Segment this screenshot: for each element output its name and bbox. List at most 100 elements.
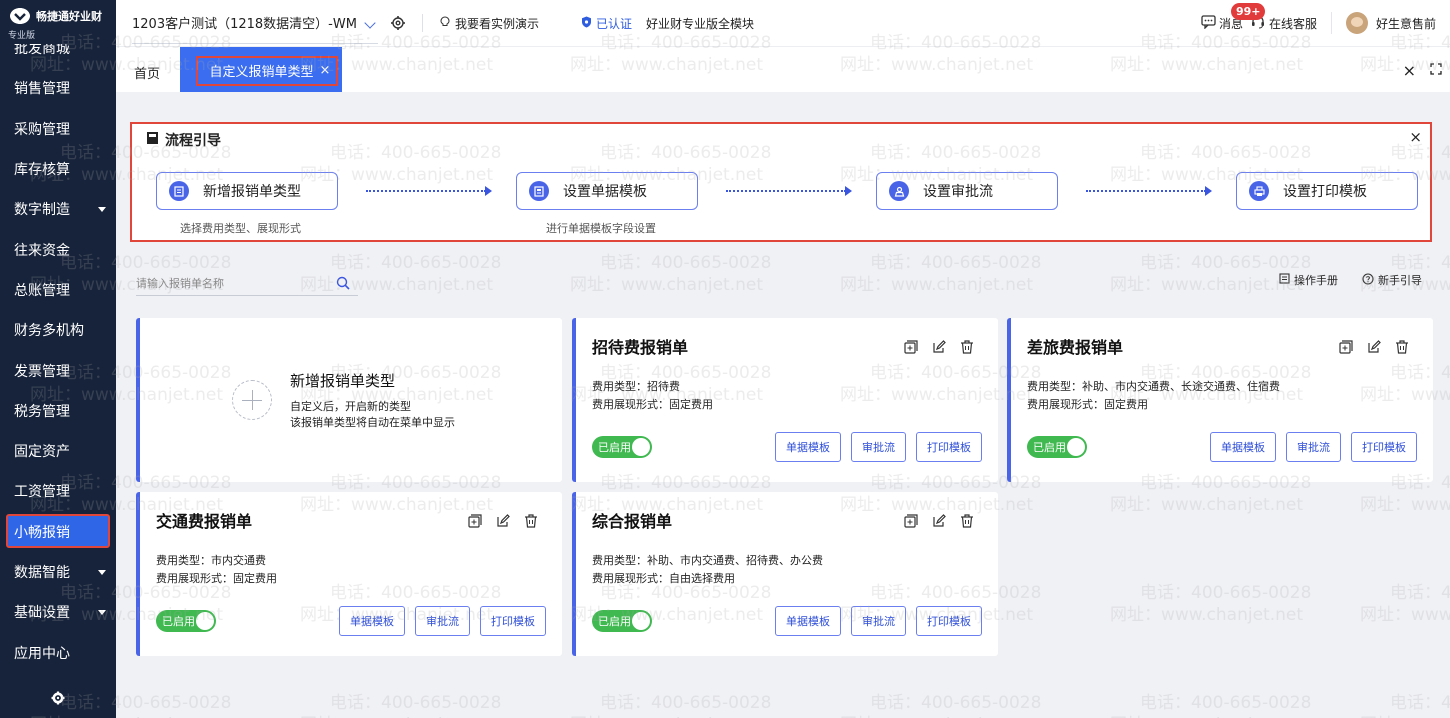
card-display-form: 费用展现形式：固定费用 [592, 398, 713, 411]
tab-custom-expense-types[interactable]: 自定义报销单类型 × [180, 47, 342, 93]
copy-icon[interactable] [468, 514, 482, 528]
sidebar-item-manufacturing[interactable]: 数字制造 [0, 189, 116, 229]
toggle-knob [1067, 438, 1085, 456]
sidebar-item-multi-org[interactable]: 财务多机构 [0, 310, 116, 350]
close-tab-button[interactable]: × [1403, 61, 1416, 80]
sidebar-item-fixed-assets[interactable]: 固定资产 [0, 431, 116, 471]
print-template-button[interactable]: 打印模板 [480, 606, 546, 636]
sidebar-item-label: 销售管理 [14, 81, 70, 98]
sidebar: 批发商城 销售管理 采购管理 库存核算 数字制造 往来资金 总账管理 财务多机构… [0, 0, 116, 718]
card-title: 招待费报销单 [592, 338, 689, 357]
account-selector[interactable]: 1203客户测试（1218数据清空）-WM [132, 2, 378, 44]
close-icon[interactable]: × [1409, 128, 1422, 146]
step-set-approval[interactable]: 设置审批流 [876, 172, 1058, 210]
sidebar-item-expense[interactable]: 小畅报销 [0, 512, 116, 552]
sidebar-item-data-intel[interactable]: 数据智能 [0, 552, 116, 592]
sidebar-item-label: 往来资金 [14, 242, 70, 259]
tab-home[interactable]: 首页 [134, 63, 160, 82]
copy-icon[interactable] [904, 514, 918, 528]
gear-icon[interactable] [0, 686, 116, 710]
card-display-form: 费用展现形式：固定费用 [156, 572, 277, 585]
sidebar-item-payroll[interactable]: 工资管理 [0, 471, 116, 511]
print-template-button[interactable]: 打印模板 [1351, 432, 1417, 462]
edit-icon[interactable] [1367, 340, 1381, 354]
edit-icon[interactable] [932, 514, 946, 528]
add-expense-type-card[interactable]: 新增报销单类型 自定义后，开启新的类型 该报销单类型将自动在菜单中显示 [136, 318, 562, 482]
sidebar-item-sales[interactable]: 销售管理 [0, 68, 116, 108]
sidebar-nav: 批发商城 销售管理 采购管理 库存核算 数字制造 往来资金 总账管理 财务多机构… [0, 28, 116, 673]
enabled-toggle[interactable]: 已启用 [1027, 436, 1087, 458]
sidebar-item-funds[interactable]: 往来资金 [0, 229, 116, 269]
expense-card: 差旅费报销单 费用类型：补助、市内交通费、长途交通费、住宿费 费用展现形式：固定… [1007, 318, 1433, 482]
verified-badge[interactable]: 已认证 [581, 15, 632, 32]
add-card-desc: 自定义后，开启新的类型 [290, 400, 411, 413]
sidebar-item-inventory[interactable]: 库存核算 [0, 149, 116, 189]
approval-flow-button[interactable]: 审批流 [1286, 432, 1341, 462]
settings-icon[interactable] [390, 15, 406, 31]
sidebar-item-purchase[interactable]: 采购管理 [0, 109, 116, 149]
plus-icon[interactable] [232, 380, 272, 420]
template-button[interactable]: 单据模板 [775, 606, 841, 636]
step-set-print-template[interactable]: 设置打印模板 [1236, 172, 1418, 210]
toggle-knob [632, 438, 650, 456]
search-placeholder: 请输入报销单名称 [136, 276, 224, 290]
step-description: 进行单据模板字段设置 [546, 222, 656, 235]
guide-title-text: 流程引导 [165, 133, 221, 149]
print-template-button[interactable]: 打印模板 [916, 432, 982, 462]
app-logo[interactable]: 畅捷通好业财 专业版 [0, 0, 116, 44]
sidebar-item-app-center[interactable]: 应用中心 [0, 632, 116, 672]
template-button[interactable]: 单据模板 [775, 432, 841, 462]
book-icon [146, 131, 159, 149]
template-button[interactable]: 单据模板 [339, 606, 405, 636]
messages-button[interactable]: 消息 99+ [1201, 2, 1266, 32]
step-label: 设置审批流 [923, 184, 993, 200]
demo-link[interactable]: 我要看实例演示 [439, 15, 539, 32]
sidebar-item-label: 工资管理 [14, 484, 70, 501]
card-title: 交通费报销单 [156, 512, 253, 531]
user-menu[interactable]: 好生意售前 [1330, 12, 1436, 34]
expense-card: 综合报销单 费用类型：补助、市内交通费、招待费、办公费 费用展现形式：自由选择费… [572, 492, 998, 656]
close-icon[interactable]: × [320, 63, 331, 78]
approval-flow-button[interactable]: 审批流 [415, 606, 470, 636]
copy-icon[interactable] [1339, 340, 1353, 354]
brand-name: 畅捷通好业财 [36, 10, 102, 23]
trash-icon[interactable] [1395, 340, 1409, 354]
add-card-title: 新增报销单类型 [290, 372, 396, 390]
manual-label: 操作手册 [1294, 274, 1338, 287]
trash-icon[interactable] [960, 514, 974, 528]
enabled-toggle[interactable]: 已启用 [592, 610, 652, 632]
beginner-guide-link[interactable]: 新手引导 [1362, 272, 1422, 288]
approval-flow-button[interactable]: 审批流 [851, 432, 906, 462]
sidebar-item-tax[interactable]: 税务管理 [0, 391, 116, 431]
sidebar-item-label: 财务多机构 [14, 323, 84, 340]
edit-icon[interactable] [932, 340, 946, 354]
card-expense-type: 费用类型：补助、市内交通费、长途交通费、住宿费 [1027, 380, 1280, 393]
edit-icon[interactable] [496, 514, 510, 528]
sidebar-item-basic-settings[interactable]: 基础设置 [0, 592, 116, 632]
search-input[interactable]: 请输入报销单名称 [136, 270, 358, 296]
step-description: 选择费用类型、展现形式 [180, 222, 301, 235]
guide-label: 新手引导 [1378, 274, 1422, 287]
template-button[interactable]: 单据模板 [1210, 432, 1276, 462]
trash-icon[interactable] [960, 340, 974, 354]
toggle-knob [632, 612, 650, 630]
approval-flow-button[interactable]: 审批流 [851, 606, 906, 636]
copy-icon[interactable] [904, 340, 918, 354]
enabled-toggle[interactable]: 已启用 [592, 436, 652, 458]
card-display-form: 费用展现形式：自由选择费用 [592, 572, 735, 585]
step-set-template[interactable]: 设置单据模板 [516, 172, 698, 210]
service-label: 在线客服 [1268, 16, 1317, 31]
sidebar-item-label: 发票管理 [14, 363, 70, 380]
step-add-expense-type[interactable]: 新增报销单类型 [156, 172, 338, 210]
print-template-button[interactable]: 打印模板 [916, 606, 982, 636]
step-label: 设置打印模板 [1283, 184, 1367, 200]
sidebar-item-label: 数字制造 [14, 202, 70, 219]
flow-arrow [726, 186, 852, 196]
trash-icon[interactable] [524, 514, 538, 528]
manual-link[interactable]: 操作手册 [1279, 272, 1338, 288]
search-icon[interactable] [336, 276, 350, 293]
sidebar-item-ledger[interactable]: 总账管理 [0, 270, 116, 310]
sidebar-item-invoice[interactable]: 发票管理 [0, 350, 116, 390]
fullscreen-icon[interactable] [1430, 63, 1442, 75]
enabled-toggle[interactable]: 已启用 [156, 610, 216, 632]
